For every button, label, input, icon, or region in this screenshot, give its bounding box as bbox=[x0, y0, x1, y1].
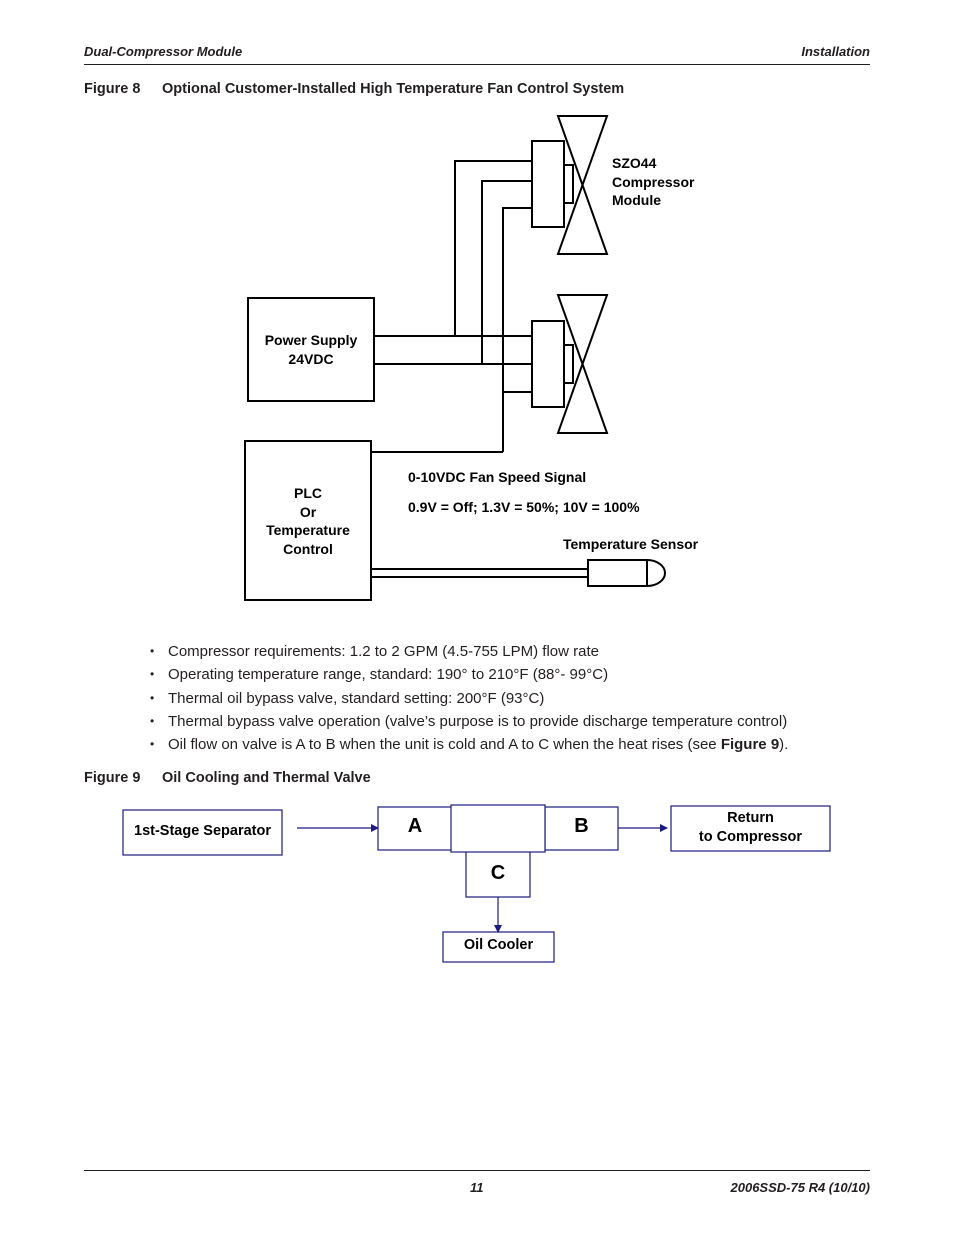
port-a-label: A bbox=[407, 815, 423, 837]
separator-label: 1st-Stage Separator bbox=[134, 823, 271, 839]
return-label: Return to Compressor bbox=[671, 809, 830, 847]
document-id: 2006SSD-75 R4 (10/10) bbox=[730, 1180, 870, 1195]
figure9-diagram bbox=[122, 804, 831, 963]
oil-cooler-label: Oil Cooler bbox=[463, 937, 534, 953]
footer-rule bbox=[84, 1170, 870, 1171]
port-b-label: B bbox=[574, 815, 589, 837]
port-c-label: C bbox=[490, 862, 506, 884]
page-number: 11 bbox=[470, 1180, 484, 1195]
return-label-line2: to Compressor bbox=[698, 829, 803, 845]
return-label-line1: Return bbox=[727, 810, 774, 826]
valve-body-box bbox=[450, 804, 546, 853]
